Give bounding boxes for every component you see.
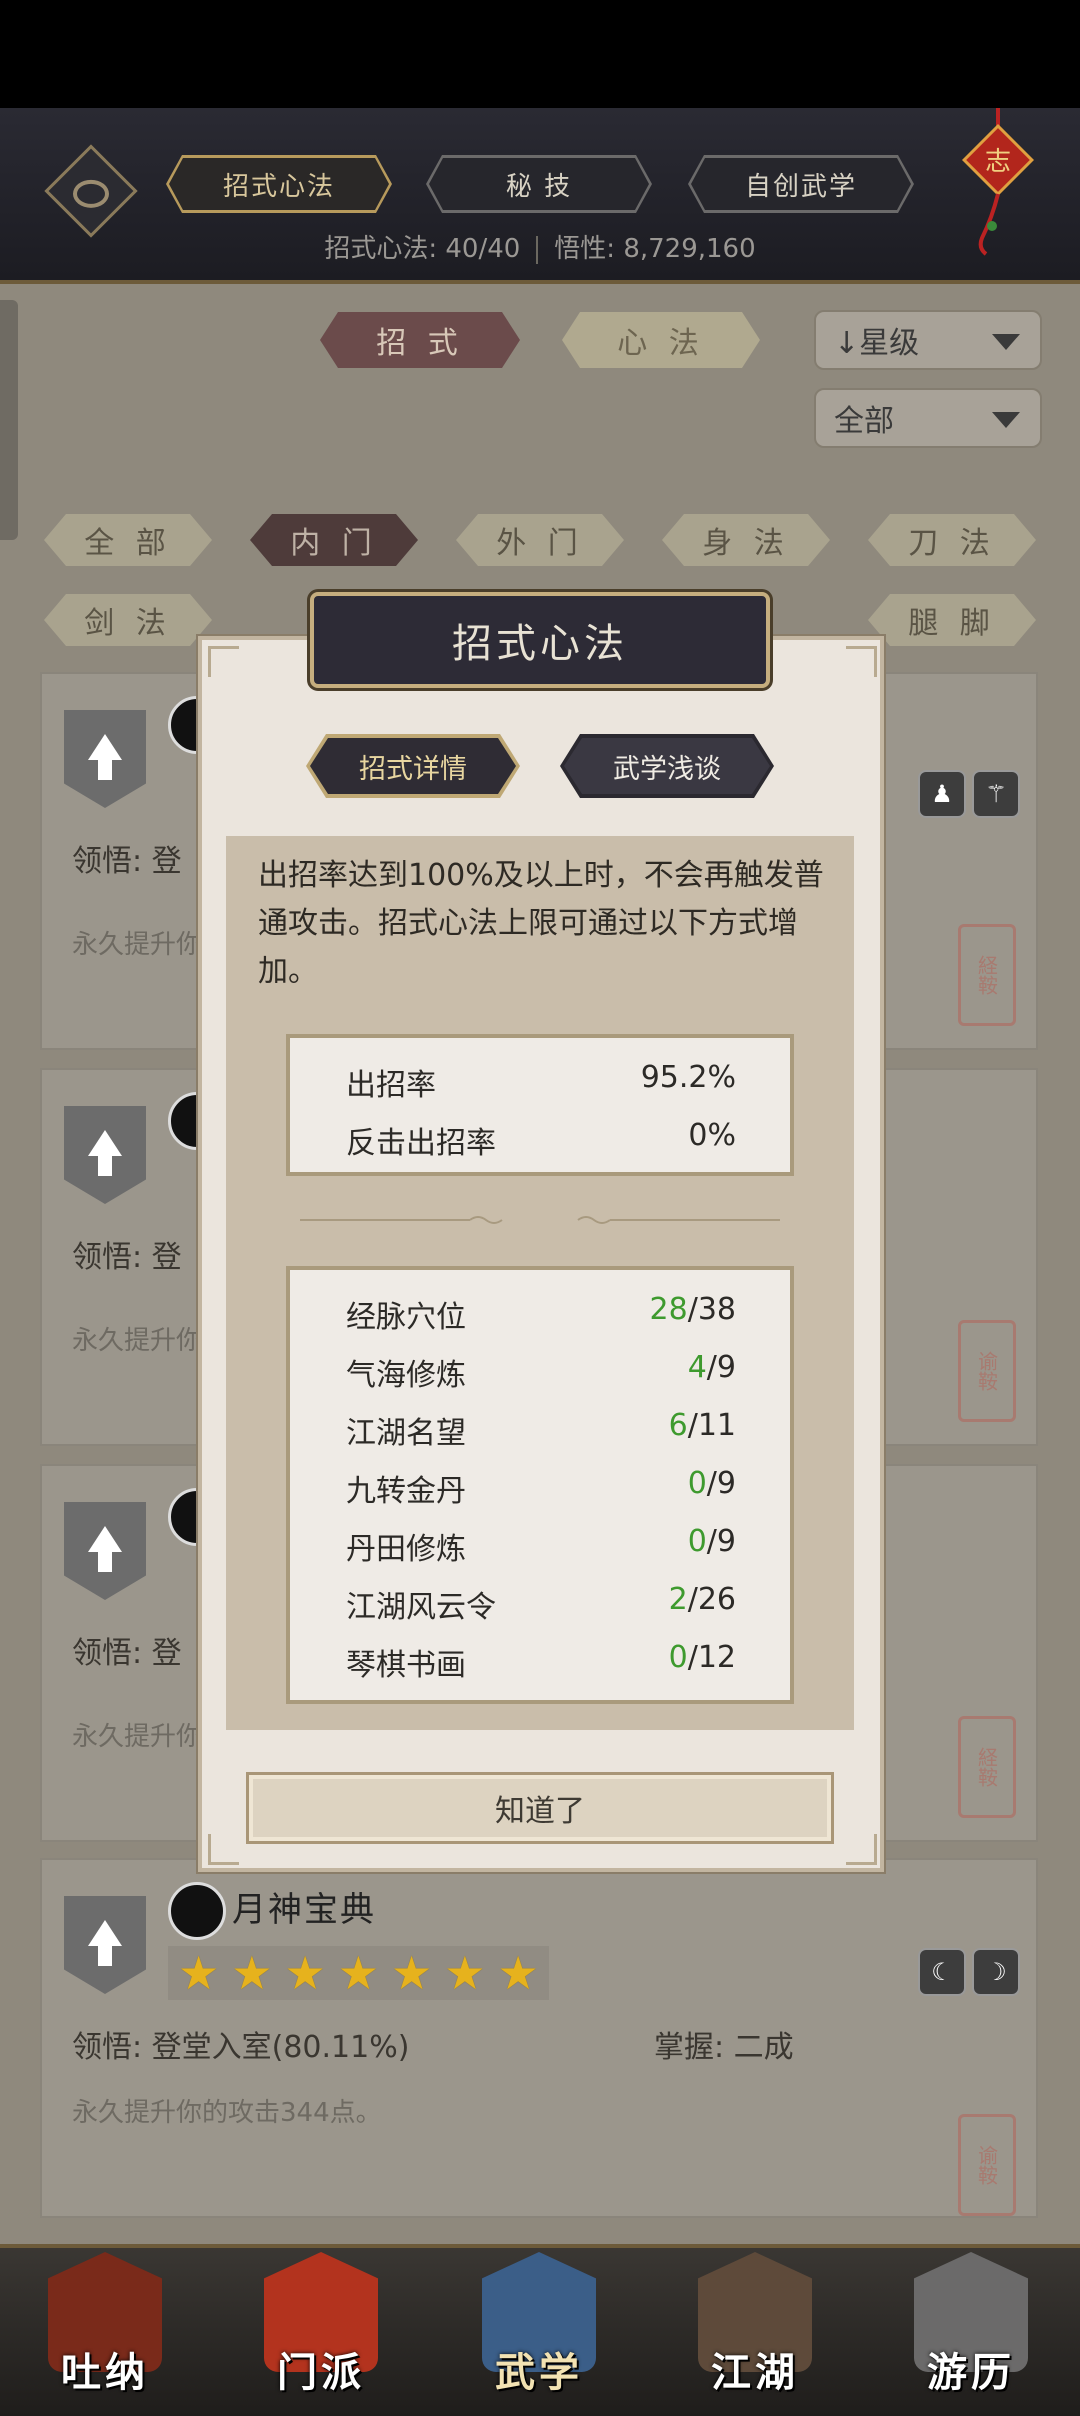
category-dropdown[interactable]: 全部 <box>814 388 1042 448</box>
segment-methods[interactable]: 心 法 <box>562 312 760 368</box>
star-icon: ★ <box>178 1946 220 2000</box>
chinese-knot-icon[interactable]: 志 <box>962 108 1034 258</box>
dialog-title: 招式心法 <box>310 592 770 688</box>
eye-icon <box>73 179 109 208</box>
nav-martial-arts[interactable]: 武学 <box>474 2252 604 2402</box>
dialog-corner <box>208 646 239 677</box>
seal-stamp: 経鞍 <box>958 1716 1016 1818</box>
table-row: 江湖风云令 2/26 <box>346 1582 736 1625</box>
star-icon: ★ <box>231 1946 273 2000</box>
star-icon: ★ <box>444 1946 486 2000</box>
nav-travel[interactable]: 游历 <box>906 2252 1036 2402</box>
chevron-down-icon <box>992 334 1020 350</box>
seal-stamp: 経鞍 <box>958 924 1016 1026</box>
table-row: 丹田修炼 0/9 <box>346 1524 736 1567</box>
nav-sect[interactable]: 门派 <box>256 2252 386 2402</box>
filter-sword[interactable]: 剑 法 <box>44 594 212 646</box>
star-icon: ★ <box>391 1946 433 2000</box>
table-row: 江湖名望 6/11 <box>346 1408 736 1451</box>
header-stats: 招式心法: 40/40 悟性: 8,729,160 <box>0 228 1080 265</box>
ornament-divider <box>300 1216 780 1224</box>
tab-self-created[interactable]: 自创武学 <box>688 155 914 213</box>
table-row: 出招率 95.2% <box>346 1060 736 1103</box>
upgrade-icon <box>64 1896 146 1994</box>
upgrade-icon <box>64 1106 146 1204</box>
nav-breathing[interactable]: 吐纳 <box>40 2252 170 2402</box>
gourd-icon: ♟ <box>918 770 966 818</box>
segment-moves[interactable]: 招 式 <box>320 312 520 368</box>
dragon-icon: ⚚ <box>972 770 1020 818</box>
skill-card[interactable]: 月神宝典 ★ ★ ★ ★ ★ ★ ★ 领悟: 登堂入室(80.11%) 掌握: … <box>40 1858 1038 2218</box>
chevron-down-icon <box>992 412 1020 428</box>
dialog-corner <box>208 1834 239 1865</box>
nav-jianghu[interactable]: 江湖 <box>690 2252 820 2402</box>
tab-moves-skills[interactable]: 招式心法 <box>166 155 392 213</box>
star-icon: ★ <box>337 1946 379 2000</box>
star-icon: ★ <box>284 1946 326 2000</box>
filter-legs[interactable]: 腿 脚 <box>868 594 1036 646</box>
star-icon: ★ <box>497 1946 539 2000</box>
filter-inner[interactable]: 内 门 <box>250 514 418 566</box>
tab-move-details[interactable]: 招式详情 <box>306 734 520 798</box>
insight-value: 悟性: 8,729,160 <box>554 234 756 264</box>
filter-blade[interactable]: 刀 法 <box>868 514 1036 566</box>
upgrade-icon <box>64 1502 146 1600</box>
dialog-corner <box>846 1834 877 1865</box>
upgrade-icon <box>64 710 146 808</box>
yin-yang-icon <box>168 1882 226 1940</box>
table-row: 琴棋书画 0/12 <box>346 1640 736 1683</box>
skill-name: 月神宝典 <box>232 1890 376 1930</box>
seal-stamp: 谕鞍 <box>958 2114 1016 2216</box>
tab-secret-skills[interactable]: 秘 技 <box>426 155 652 213</box>
ok-button[interactable]: 知道了 <box>246 1772 834 1844</box>
seal-stamp: 谕鞍 <box>958 1320 1016 1422</box>
star-rating: ★ ★ ★ ★ ★ ★ ★ <box>168 1946 549 2000</box>
table-row: 九转金丹 0/9 <box>346 1466 736 1509</box>
dialog-description: 出招率达到100%及以上时，不会再触发普通攻击。招式心法上限可通过以下方式增加。 <box>258 858 824 989</box>
dialog-corner <box>846 646 877 677</box>
filter-outer[interactable]: 外 门 <box>456 514 624 566</box>
filter-all[interactable]: 全 部 <box>44 514 212 566</box>
crescent-icon: ☽ <box>972 1948 1020 1996</box>
svg-text:志: 志 <box>985 147 1011 177</box>
table-row: 经脉穴位 28/38 <box>346 1292 736 1335</box>
sources-table: 经脉穴位 28/38 气海修炼 4/9 江湖名望 6/11 九转金丹 0/9 丹… <box>286 1266 794 1704</box>
sort-dropdown[interactable]: ↓星级 <box>814 310 1042 370</box>
filter-movement[interactable]: 身 法 <box>662 514 830 566</box>
status-bar <box>0 0 1080 108</box>
table-row: 反击出招率 0% <box>346 1118 736 1161</box>
side-handle[interactable] <box>0 300 18 540</box>
rates-table: 出招率 95.2% 反击出招率 0% <box>286 1034 794 1176</box>
tab-martial-talk[interactable]: 武学浅谈 <box>560 734 774 798</box>
moves-count: 招式心法: 40/40 <box>324 234 521 264</box>
table-row: 气海修炼 4/9 <box>346 1350 736 1393</box>
moon-icon: ☾ <box>918 1948 966 1996</box>
